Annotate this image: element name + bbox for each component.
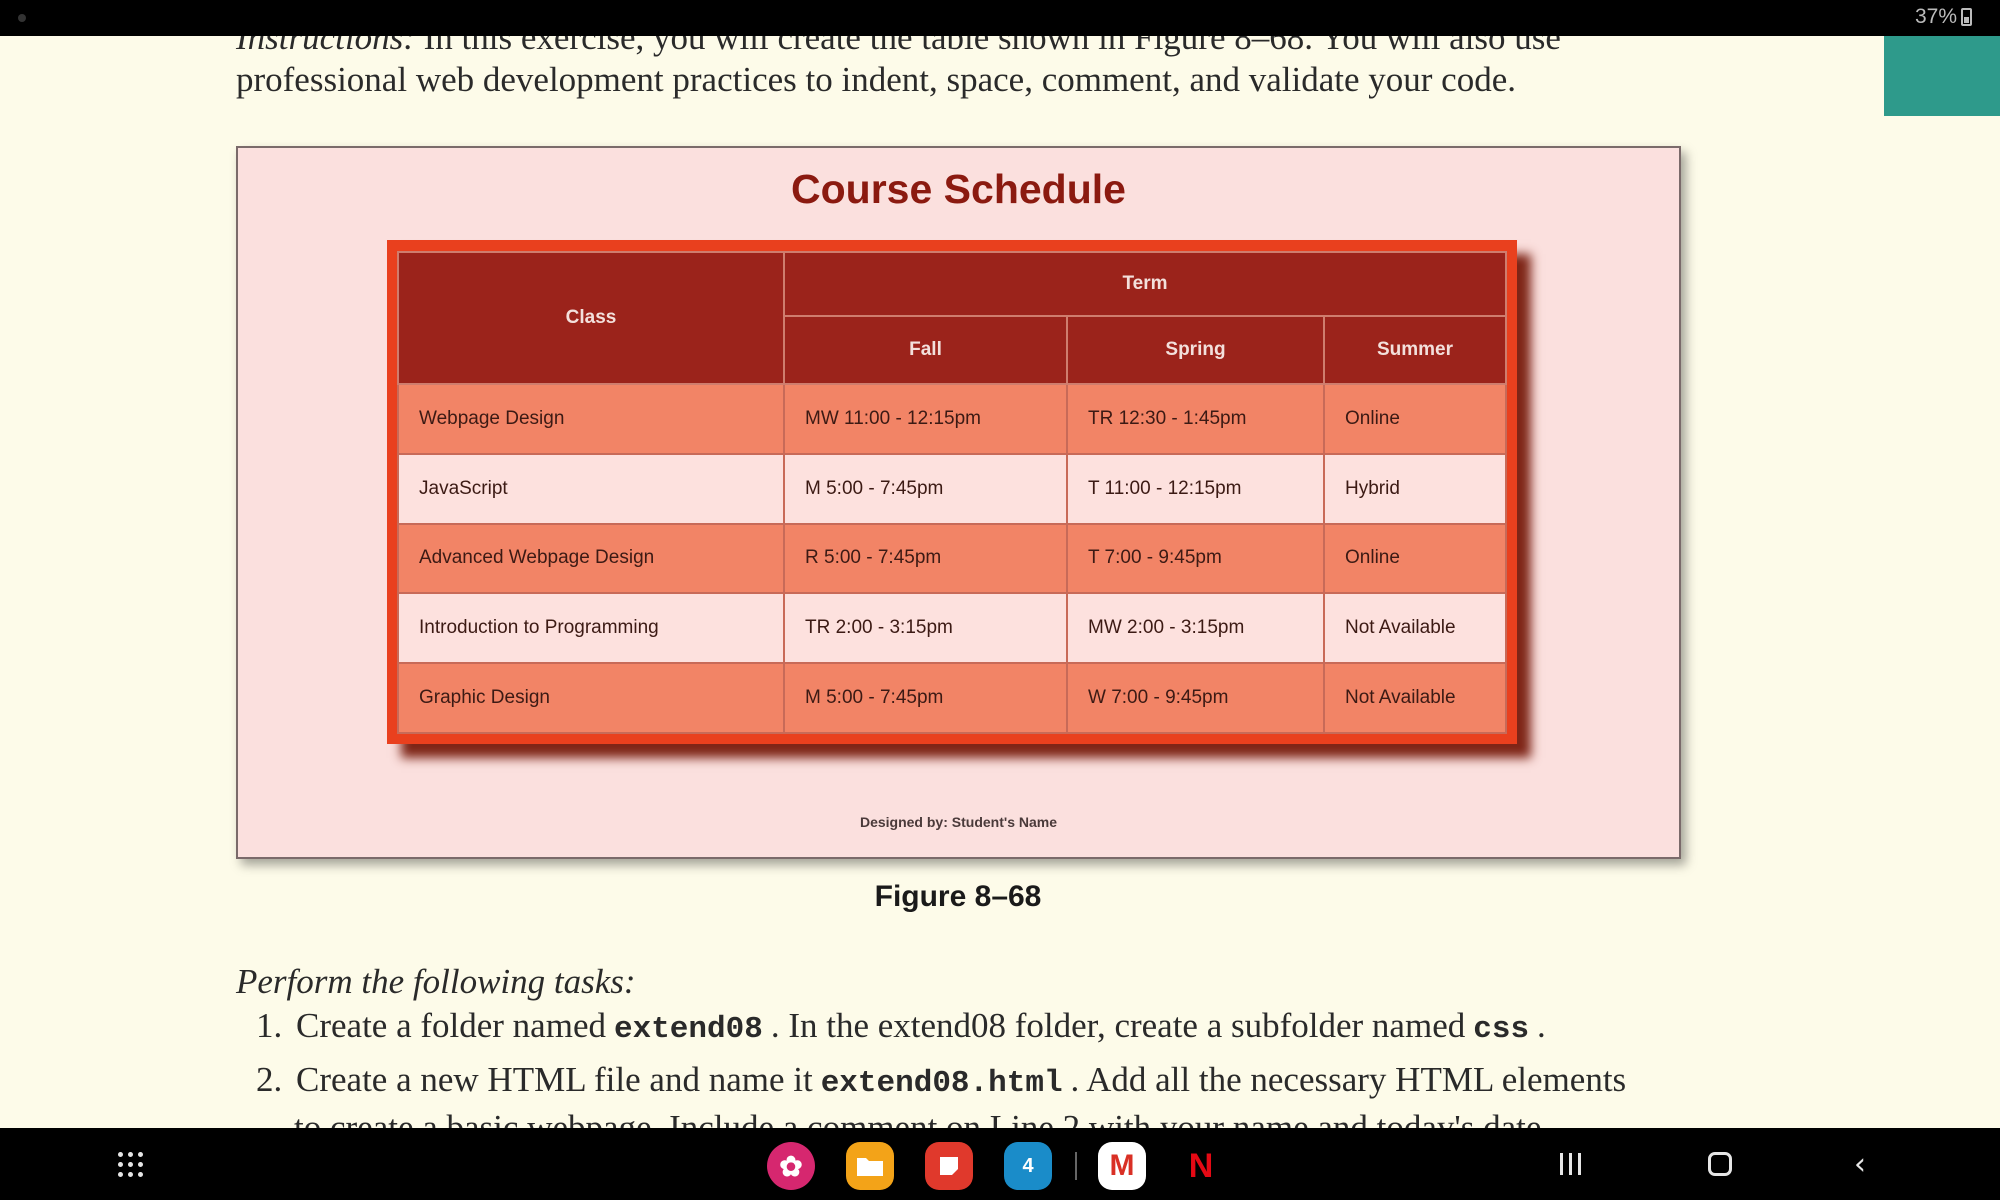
header-spring: Spring (1066, 315, 1325, 385)
instructions-label: Instructions: (236, 36, 415, 57)
task-text: Create a new HTML file and name it (296, 1060, 813, 1099)
task-code: extend08.html (820, 1066, 1063, 1101)
cell-summer: Online (1323, 383, 1507, 455)
header-summer: Summer (1323, 315, 1507, 385)
tasks-heading: Perform the following tasks: (236, 962, 636, 1001)
cell-fall: M 5:00 - 7:45pm (783, 662, 1068, 734)
cell-summer: Not Available (1323, 592, 1507, 665)
task-text: . In the extend08 folder, create a subfo… (770, 1006, 1466, 1045)
task-code: extend08 (613, 1012, 763, 1047)
cell-spring: T 11:00 - 12:15pm (1066, 452, 1325, 525)
recents-icon (1559, 1153, 1581, 1175)
table-row: Webpage Design MW 11:00 - 12:15pm TR 12:… (397, 383, 1507, 455)
task-item-1: 1. Create a folder named extend08. In the … (256, 1006, 1546, 1047)
home-button[interactable] (1700, 1128, 1740, 1200)
files-icon[interactable] (846, 1142, 894, 1190)
table-row: Graphic Design M 5:00 - 7:45pm W 7:00 - … (397, 662, 1507, 734)
figure-title: Course Schedule (791, 166, 1126, 212)
header-class: Class (397, 251, 785, 385)
cell-class: Webpage Design (397, 383, 785, 455)
instructions-line: Instructions: In this exercise, you will… (236, 36, 1561, 58)
netflix-letter: N (1188, 1146, 1214, 1185)
back-chevron-icon: ‹ (1854, 1146, 1866, 1182)
notification-dot (18, 14, 26, 22)
body-text-line: professional web development practices t… (236, 60, 1516, 99)
header-term: Term (783, 251, 1507, 317)
recents-button[interactable] (1550, 1128, 1590, 1200)
header-fall: Fall (783, 315, 1068, 385)
gmail-icon[interactable]: M (1098, 1142, 1146, 1190)
cell-fall: TR 2:00 - 3:15pm (783, 592, 1068, 665)
task-text: Create a folder named (296, 1006, 606, 1045)
figure-footer: Designed by: Student's Name (859, 814, 1058, 830)
home-icon (1708, 1152, 1732, 1176)
app-drawer-button[interactable] (110, 1128, 150, 1200)
gmail-letter: M (1109, 1149, 1135, 1182)
cell-class: Introduction to Programming (397, 592, 785, 665)
status-bar: 37% (0, 0, 2000, 36)
instructions-text: In this exercise, you will create the ta… (423, 36, 1561, 57)
figure-caption: Figure 8–68 (874, 880, 1042, 913)
back-button[interactable]: ‹ (1840, 1128, 1880, 1200)
dock-divider (1075, 1152, 1077, 1180)
cell-summer: Not Available (1323, 662, 1507, 734)
task-text: . (1537, 1006, 1546, 1045)
battery-level: 37% (1914, 5, 1957, 28)
navigation-bar: ‹ (0, 1128, 2000, 1200)
cell-class: Graphic Design (397, 662, 785, 734)
notes-icon[interactable] (925, 1142, 973, 1190)
cell-summer: Hybrid (1323, 452, 1507, 525)
schedule-table: Class Term Fall Spring Summer Webpage De… (397, 251, 1507, 734)
cell-class: Advanced Webpage Design (397, 522, 785, 595)
battery-icon (1961, 8, 1972, 26)
cell-fall: M 5:00 - 7:45pm (783, 452, 1068, 525)
calendar-icon[interactable]: 4 (1004, 1142, 1052, 1190)
gallery-icon[interactable]: ✿ (767, 1142, 815, 1190)
task-code: css (1473, 1012, 1530, 1047)
figure-image: Course Schedule Class Term Fall Spring S… (236, 146, 1681, 859)
calendar-day: 4 (1022, 1154, 1034, 1177)
table-row: Advanced Webpage Design R 5:00 - 7:45pm … (397, 522, 1507, 595)
table-row: JavaScript M 5:00 - 7:45pm T 11:00 - 12:… (397, 452, 1507, 525)
battery-indicator: 37% (1915, 5, 1972, 29)
cell-spring: MW 2:00 - 3:15pm (1066, 592, 1325, 665)
reader-page[interactable]: Instructions: In this exercise, you will… (0, 36, 2000, 1128)
netflix-icon[interactable]: N (1177, 1142, 1225, 1190)
cell-fall: MW 11:00 - 12:15pm (783, 383, 1068, 455)
table-row: Introduction to Programming TR 2:00 - 3:… (397, 592, 1507, 665)
cell-spring: TR 12:30 - 1:45pm (1066, 383, 1325, 455)
cell-summer: Online (1323, 522, 1507, 595)
grid-icon (117, 1151, 143, 1177)
cell-fall: R 5:00 - 7:45pm (783, 522, 1068, 595)
task-number: 1. (256, 1006, 283, 1045)
task-item-continued: to create a basic webpage. Include a com… (294, 1108, 1551, 1128)
bookmark-tab[interactable] (1884, 36, 2000, 116)
task-item-2: 2. Create a new HTML file and name it exte… (256, 1060, 1626, 1101)
cell-spring: T 7:00 - 9:45pm (1066, 522, 1325, 595)
task-text: . Add all the necessary HTML elements (1070, 1060, 1627, 1099)
cell-spring: W 7:00 - 9:45pm (1066, 662, 1325, 734)
task-number: 2. (256, 1060, 283, 1099)
cell-class: JavaScript (397, 452, 785, 525)
schedule-table-frame: Class Term Fall Spring Summer Webpage De… (387, 240, 1517, 744)
